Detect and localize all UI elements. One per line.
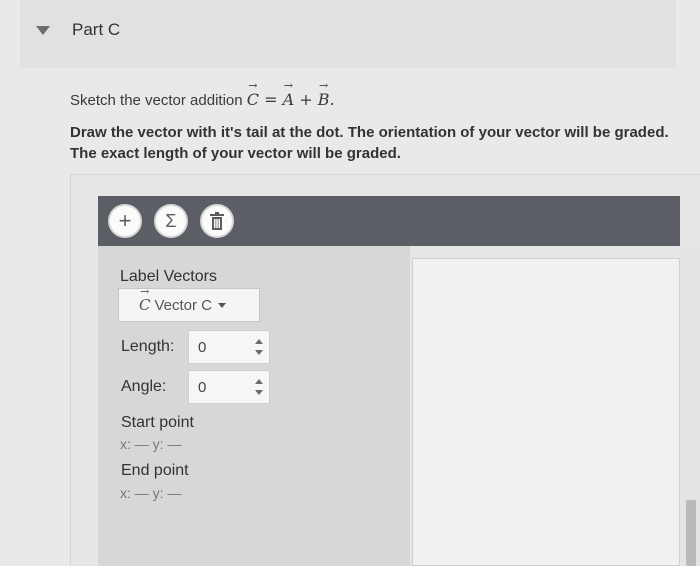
end-point-label: End point xyxy=(121,462,189,479)
selected-vector-label: Vector C xyxy=(154,296,213,314)
drawing-canvas[interactable] xyxy=(412,258,680,566)
vector-c-symbol: C xyxy=(247,90,259,109)
length-value: 0 xyxy=(198,338,207,356)
spinner-down-icon[interactable] xyxy=(255,350,263,355)
scrollbar-thumb[interactable] xyxy=(686,500,696,566)
vector-a-symbol: A xyxy=(283,90,295,109)
length-spinner[interactable] xyxy=(255,339,263,355)
chevron-down-icon xyxy=(218,302,227,308)
start-point-coords: x: — y: — xyxy=(120,436,182,452)
period: . xyxy=(329,90,335,109)
trash-icon xyxy=(210,212,224,230)
equals-sign: = xyxy=(259,90,283,109)
length-label: Length: xyxy=(121,338,175,355)
drawing-toolbar: + Σ xyxy=(98,196,680,246)
spinner-up-icon[interactable] xyxy=(255,379,263,384)
angle-value: 0 xyxy=(198,378,207,396)
angle-input[interactable]: 0 xyxy=(188,370,270,404)
vector-label-select[interactable]: C Vector C xyxy=(118,288,260,322)
plus-sign: + xyxy=(294,90,318,109)
label-vectors-heading: Label Vectors xyxy=(120,268,217,285)
collapse-caret-icon[interactable] xyxy=(36,26,50,35)
vector-sum-button[interactable]: Σ xyxy=(154,204,188,238)
angle-spinner[interactable] xyxy=(255,379,263,395)
plus-icon: + xyxy=(118,208,132,233)
spinner-up-icon[interactable] xyxy=(255,339,263,344)
length-input[interactable]: 0 xyxy=(188,330,270,364)
instruction-text: Sketch the vector addition C = A + B. xyxy=(70,90,335,109)
equation: C = A + B. xyxy=(247,90,335,109)
part-title: Part C xyxy=(72,20,121,39)
vector-b-symbol: B xyxy=(318,90,330,109)
instruction-prefix: Sketch the vector addition xyxy=(70,92,247,109)
grading-instructions: Draw the vector with it's tail at the do… xyxy=(70,124,669,162)
sigma-icon: Σ xyxy=(165,210,177,231)
angle-label: Angle: xyxy=(121,378,167,395)
spinner-down-icon[interactable] xyxy=(255,390,263,395)
start-point-label: Start point xyxy=(121,414,194,431)
selected-vector-symbol: C xyxy=(139,296,150,314)
delete-vector-button[interactable] xyxy=(200,204,234,238)
end-point-coords: x: — y: — xyxy=(120,485,182,501)
add-vector-button[interactable]: + xyxy=(108,204,142,238)
